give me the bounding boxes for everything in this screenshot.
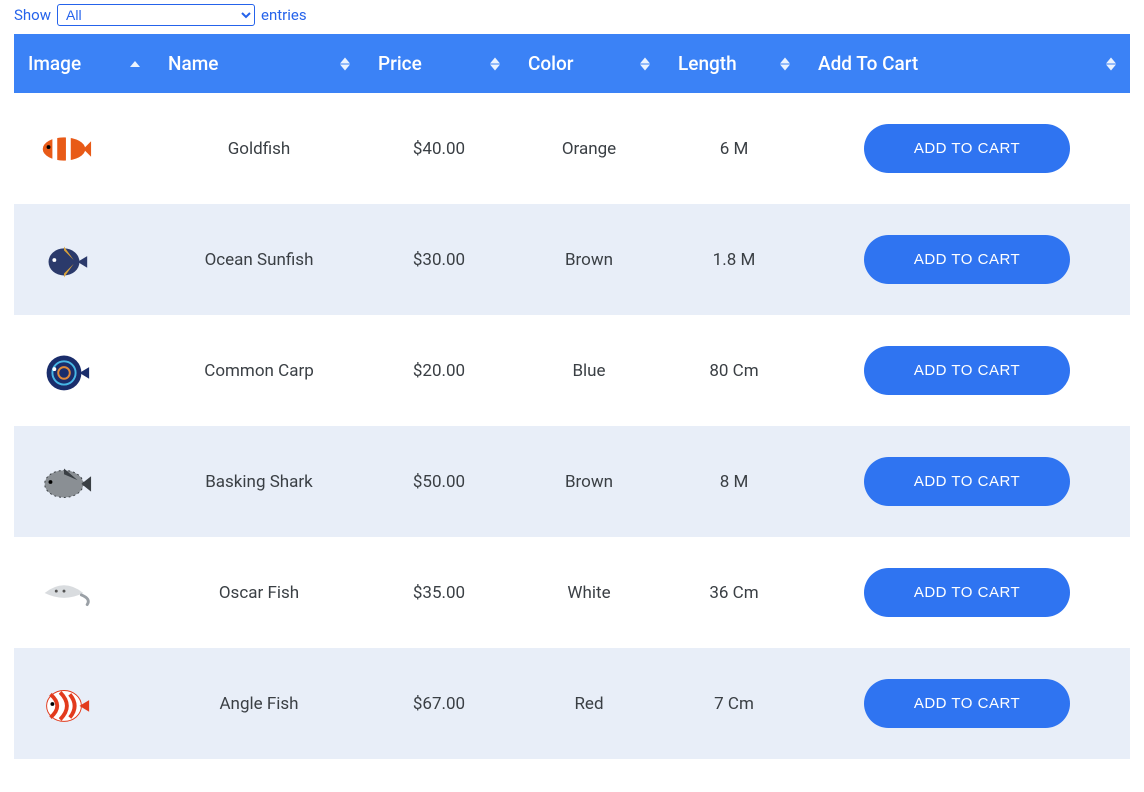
cell-color: Blue xyxy=(514,315,664,426)
cell-name: Common Carp xyxy=(154,315,364,426)
col-length[interactable]: Length xyxy=(664,34,804,93)
cell-length: 6 M xyxy=(664,93,804,204)
table-row: Angle Fish $67.00 Red 7 Cm ADD TO CART xyxy=(14,648,1130,759)
cell-price: $40.00 xyxy=(364,93,514,204)
cell-name: Goldfish xyxy=(154,93,364,204)
length-menu: Show All entries xyxy=(14,0,1130,34)
product-thumb-icon xyxy=(34,563,94,623)
cell-price: $20.00 xyxy=(364,315,514,426)
add-to-cart-button[interactable]: ADD TO CART xyxy=(864,124,1070,173)
cell-action: ADD TO CART xyxy=(804,426,1130,537)
col-action[interactable]: Add To Cart xyxy=(804,34,1130,93)
cell-color: White xyxy=(514,537,664,648)
col-price[interactable]: Price xyxy=(364,34,514,93)
sort-icon xyxy=(780,57,790,70)
table-header-row: Image Name Price Color Length Add To Car… xyxy=(14,34,1130,93)
cell-price: $35.00 xyxy=(364,537,514,648)
cell-price: $50.00 xyxy=(364,426,514,537)
table-row: Goldfish $40.00 Orange 6 M ADD TO CART xyxy=(14,93,1130,204)
product-thumb-icon xyxy=(34,230,94,290)
product-thumb-icon xyxy=(34,119,94,179)
cell-color: Brown xyxy=(514,426,664,537)
show-label: Show xyxy=(14,6,51,24)
table-row: Basking Shark $50.00 Brown 8 M ADD TO CA… xyxy=(14,426,1130,537)
add-to-cart-button[interactable]: ADD TO CART xyxy=(864,679,1070,728)
cell-image xyxy=(14,204,154,315)
col-color[interactable]: Color xyxy=(514,34,664,93)
cell-action: ADD TO CART xyxy=(804,93,1130,204)
cell-name: Oscar Fish xyxy=(154,537,364,648)
add-to-cart-button[interactable]: ADD TO CART xyxy=(864,457,1070,506)
col-image[interactable]: Image xyxy=(14,34,154,93)
cell-action: ADD TO CART xyxy=(804,315,1130,426)
table-row: Common Carp $20.00 Blue 80 Cm ADD TO CAR… xyxy=(14,315,1130,426)
product-thumb-icon xyxy=(34,341,94,401)
cell-name: Ocean Sunfish xyxy=(154,204,364,315)
table-row: Ocean Sunfish $30.00 Brown 1.8 M ADD TO … xyxy=(14,204,1130,315)
entries-label: entries xyxy=(261,6,307,24)
cell-color: Orange xyxy=(514,93,664,204)
cell-image xyxy=(14,648,154,759)
cell-action: ADD TO CART xyxy=(804,204,1130,315)
sort-icon xyxy=(1106,57,1116,70)
cell-length: 8 M xyxy=(664,426,804,537)
sort-asc-icon xyxy=(130,61,140,67)
cell-color: Brown xyxy=(514,204,664,315)
cell-image xyxy=(14,315,154,426)
cell-image xyxy=(14,426,154,537)
products-table: Image Name Price Color Length Add To Car… xyxy=(14,34,1130,759)
sort-icon xyxy=(490,57,500,70)
cell-length: 7 Cm xyxy=(664,648,804,759)
product-thumb-icon xyxy=(34,674,94,734)
cell-image xyxy=(14,537,154,648)
cell-color: Red xyxy=(514,648,664,759)
cell-action: ADD TO CART xyxy=(804,648,1130,759)
product-thumb-icon xyxy=(34,452,94,512)
entries-select[interactable]: All xyxy=(57,4,255,26)
sort-icon xyxy=(340,57,350,70)
add-to-cart-button[interactable]: ADD TO CART xyxy=(864,346,1070,395)
cell-length: 1.8 M xyxy=(664,204,804,315)
cell-length: 36 Cm xyxy=(664,537,804,648)
add-to-cart-button[interactable]: ADD TO CART xyxy=(864,235,1070,284)
table-row: Oscar Fish $35.00 White 36 Cm ADD TO CAR… xyxy=(14,537,1130,648)
cell-length: 80 Cm xyxy=(664,315,804,426)
cell-image xyxy=(14,93,154,204)
cell-name: Angle Fish xyxy=(154,648,364,759)
add-to-cart-button[interactable]: ADD TO CART xyxy=(864,568,1070,617)
col-name[interactable]: Name xyxy=(154,34,364,93)
cell-action: ADD TO CART xyxy=(804,537,1130,648)
cell-price: $67.00 xyxy=(364,648,514,759)
cell-name: Basking Shark xyxy=(154,426,364,537)
sort-icon xyxy=(640,57,650,70)
cell-price: $30.00 xyxy=(364,204,514,315)
